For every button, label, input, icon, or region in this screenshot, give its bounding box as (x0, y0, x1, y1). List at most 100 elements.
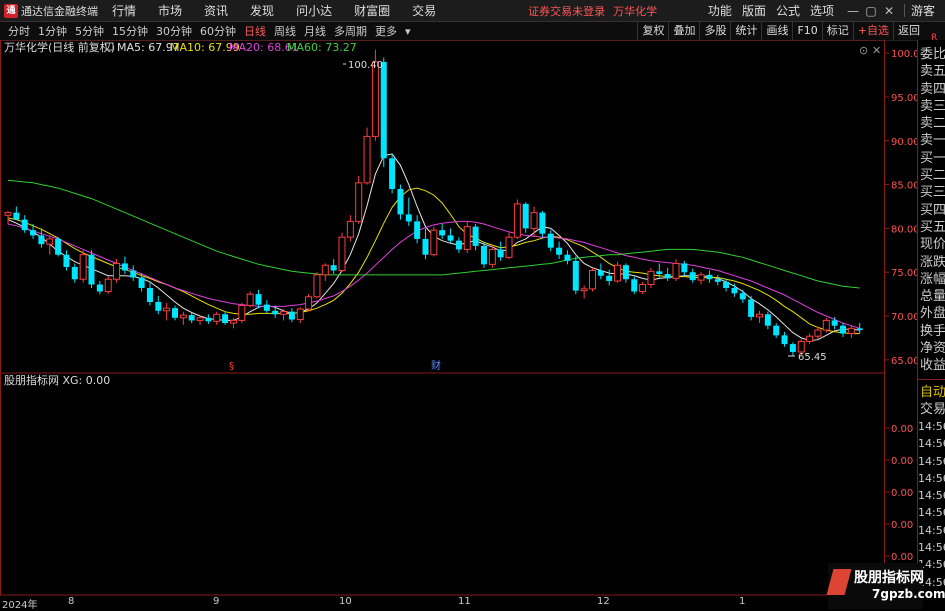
tick-time: 14:56 (918, 420, 945, 433)
menu-item-market[interactable]: 行情 (112, 2, 136, 19)
period-60min[interactable]: 60分钟 (200, 23, 236, 39)
tool-back[interactable]: 返回 (893, 22, 924, 40)
candle-body-down (748, 299, 755, 317)
menu-function[interactable]: 功能 (708, 2, 732, 19)
menu-item-wealth[interactable]: 财富圈 (354, 2, 390, 19)
period-more[interactable]: 更多 (375, 23, 397, 39)
candle-body-down (263, 304, 270, 311)
candle-body-up (4, 212, 12, 216)
tool-add-watchlist[interactable]: +自选 (852, 22, 893, 40)
menu-formula[interactable]: 公式 (776, 2, 800, 19)
user-guest[interactable]: 游客 (911, 2, 935, 19)
candle-body-up (104, 278, 112, 293)
options-icon[interactable]: ⊙ (859, 44, 868, 57)
period-daily[interactable]: 日线 (244, 23, 266, 39)
watermark: 股朋指标网 7gpzb.com (826, 563, 945, 609)
candle-body-down (380, 61, 387, 159)
candle (422, 228, 429, 260)
period-weekly[interactable]: 周线 (274, 23, 296, 39)
tool-draw[interactable]: 画线 (761, 22, 792, 40)
period-intraday[interactable]: 分时 (8, 23, 30, 39)
menu-layout[interactable]: 版面 (742, 2, 766, 19)
sub-chart-frame (0, 372, 885, 596)
maximize-icon[interactable]: ▢ (862, 4, 880, 18)
candle-body-up (113, 262, 121, 280)
period-multi[interactable]: 多周期 (334, 23, 367, 39)
candle-body-up (513, 203, 521, 238)
candles[interactable] (4, 49, 863, 356)
menu-options[interactable]: 选项 (810, 2, 834, 19)
watermark-line2: 7gpzb.com (872, 587, 945, 601)
period-1min[interactable]: 1分钟 (38, 23, 67, 39)
candle (681, 260, 688, 276)
label-bid-ratio: 委比 (920, 47, 945, 62)
period-bar: 分时 1分钟 5分钟 15分钟 30分钟 60分钟 日线 周线 月线 多周期 更… (0, 22, 945, 51)
candle (213, 311, 221, 325)
candle (104, 276, 112, 295)
event-marker-s[interactable]: § (229, 361, 234, 372)
menu-item-trade[interactable]: 交易 (412, 2, 436, 19)
candle-body-up (246, 293, 254, 307)
candle (46, 235, 54, 255)
candle-body-up (363, 135, 371, 184)
candle-body-down (255, 294, 262, 305)
time-label-sep: 9 (213, 596, 220, 607)
sub-tick-label: 0.00 (891, 520, 913, 531)
chevron-down-icon[interactable]: ▾ (405, 25, 411, 38)
candle-body-up (488, 248, 496, 265)
close-chart-icon[interactable]: ✕ (872, 44, 881, 57)
menu-item-discover[interactable]: 发现 (250, 2, 274, 19)
tab-auto[interactable]: 自动 (918, 384, 945, 401)
candle-body-up (355, 182, 363, 222)
y-tick-label: 65.00 (891, 356, 917, 367)
label-turnover: 换手 (920, 323, 945, 339)
candle-body-up (163, 307, 171, 312)
menu-item-markets[interactable]: 市场 (158, 2, 182, 19)
candle-body-up (296, 308, 304, 321)
candle (55, 237, 62, 257)
time-label-nov: 11 (458, 596, 471, 607)
candle-body-down (497, 249, 504, 258)
candle (21, 215, 28, 233)
period-30min[interactable]: 30分钟 (156, 23, 192, 39)
candle (822, 317, 830, 333)
candle (205, 314, 212, 324)
period-15min[interactable]: 15分钟 (112, 23, 148, 39)
candle-body-down (121, 263, 128, 271)
tool-overlay[interactable]: 叠加 (668, 22, 699, 40)
trade-login-notice[interactable]: 证券交易未登录 (528, 3, 605, 19)
menu-item-news[interactable]: 资讯 (204, 2, 228, 19)
event-marker-finance[interactable]: 财 (431, 359, 441, 372)
main-chart-frame (0, 40, 885, 374)
candle (714, 274, 721, 286)
minimize-icon[interactable]: — (844, 4, 862, 18)
tab-trades[interactable]: 交易 (918, 401, 945, 418)
candle-body-down (55, 238, 62, 255)
tool-stats[interactable]: 统计 (730, 22, 761, 40)
tool-mark[interactable]: 标记 (821, 22, 853, 40)
candle (631, 276, 638, 295)
close-icon[interactable]: ✕ (880, 4, 898, 18)
candle-body-down (840, 325, 846, 334)
candle-body-down (664, 273, 671, 279)
period-5min[interactable]: 5分钟 (75, 23, 104, 39)
candle (840, 323, 846, 338)
candle (380, 57, 387, 168)
kline-chart[interactable]: 100.0 95.00 90.00 85.00 80.00 75.00 70.00 65.00… (0, 40, 917, 596)
candle-body-down (723, 281, 730, 288)
candle-body-up (822, 319, 830, 331)
tool-adjust[interactable]: 复权 (637, 22, 668, 40)
candle (513, 199, 521, 239)
candle-body-up (806, 335, 814, 342)
tick-time: 14:56 (918, 489, 945, 503)
tool-f10[interactable]: F10 (792, 22, 821, 40)
candle-body-down (622, 265, 629, 280)
period-monthly[interactable]: 月线 (304, 23, 326, 39)
tick-time: 14:56 (918, 437, 945, 451)
tool-multi-stock[interactable]: 多股 (699, 22, 730, 40)
menu-item-ask[interactable]: 问小达 (296, 2, 332, 19)
candle-body-down (656, 271, 663, 274)
candle (455, 237, 462, 253)
tick-time: 14:56 (918, 523, 945, 537)
candle (773, 323, 780, 338)
